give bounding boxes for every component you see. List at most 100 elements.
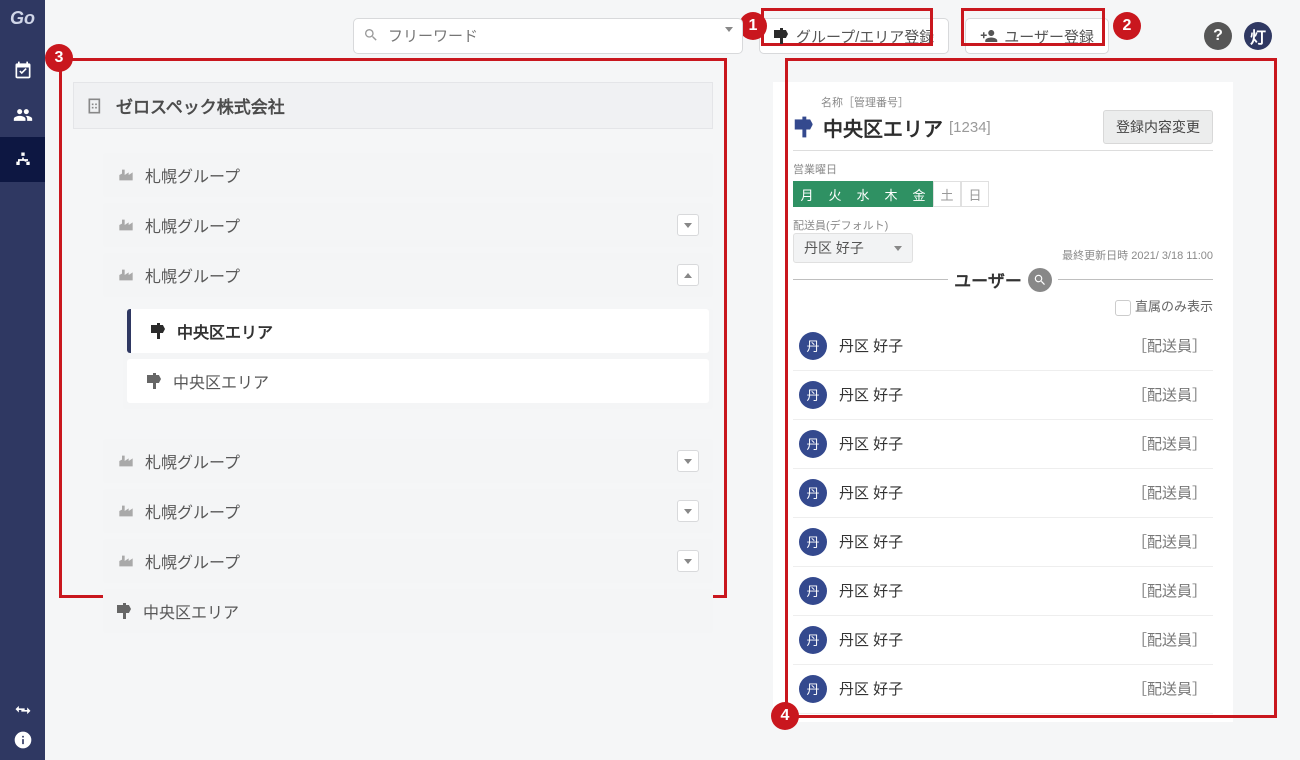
company-name: ゼロスペック株式会社 bbox=[116, 93, 285, 118]
user-name: 丹区 好子 bbox=[839, 678, 903, 699]
building-icon bbox=[86, 96, 106, 116]
day-toggle[interactable]: 水 bbox=[849, 181, 877, 207]
user-row[interactable]: 丹丹区 好子［配送員］ bbox=[793, 665, 1213, 714]
chevron-down-icon bbox=[684, 223, 692, 228]
user-register-button[interactable]: ユーザー登録 bbox=[965, 18, 1109, 54]
day-toggle[interactable]: 日 bbox=[961, 181, 989, 207]
default-deliverer-label: 配送員(デフォルト) bbox=[793, 217, 1213, 233]
user-search-button[interactable] bbox=[1028, 268, 1052, 292]
user-name: 丹区 好子 bbox=[839, 531, 903, 552]
area-label: 中央区エリア bbox=[177, 319, 273, 343]
user-row[interactable]: 丹丹区 好子 ［配送員］ bbox=[793, 371, 1213, 420]
freeword-search-input[interactable] bbox=[353, 18, 743, 54]
day-toggle[interactable]: 金 bbox=[905, 181, 933, 207]
lamp-button[interactable]: 灯 bbox=[1244, 22, 1272, 50]
edit-content-button[interactable]: 登録内容変更 bbox=[1103, 110, 1213, 144]
group-area-register-label: グループ/エリア登録 bbox=[796, 26, 934, 47]
area-title: 中央区エリア bbox=[823, 113, 943, 142]
expand-button[interactable] bbox=[677, 214, 699, 236]
user-list[interactable]: 丹丹区 好子［配送員］丹丹区 好子［配送員］丹丹区 好子［配送員］丹丹区 好子［… bbox=[793, 322, 1213, 722]
group-row[interactable]: 札幌グループ bbox=[103, 203, 713, 247]
user-role: ［配送員］ bbox=[1132, 482, 1207, 503]
group-label: 札幌グループ bbox=[145, 163, 240, 187]
nav-users[interactable] bbox=[0, 92, 45, 137]
nav-org-tree[interactable] bbox=[0, 137, 45, 182]
sitemap-icon bbox=[13, 150, 33, 170]
info-circle-icon bbox=[13, 730, 33, 750]
user-role: ［配送員］ bbox=[1132, 678, 1207, 699]
day-toggle[interactable]: 火 bbox=[821, 181, 849, 207]
area-row[interactable]: 中央区エリア bbox=[127, 309, 709, 353]
detail-panel: 名称［管理番号］ 中央区エリア [1234] 登録内容変更 営業曜日 月火水木金… bbox=[773, 82, 1233, 722]
user-row[interactable]: 丹丹区 好子［配送員］ bbox=[793, 616, 1213, 665]
last-updated: 最終更新日時 2021/ 3/18 11:00 bbox=[1062, 247, 1213, 263]
default-deliverer-value: 丹区 好子 bbox=[804, 238, 864, 258]
avatar: 丹 bbox=[799, 626, 827, 654]
user-role: ［配送員］ bbox=[1132, 433, 1207, 454]
chevron-down-icon bbox=[684, 509, 692, 514]
user-section-label: ユーザー bbox=[954, 267, 1022, 292]
day-toggle[interactable]: 月 bbox=[793, 181, 821, 207]
business-days: 月火水木金土日 bbox=[793, 181, 1213, 207]
user-row[interactable]: 丹丹区 好子［配送員］ bbox=[793, 714, 1213, 722]
factory-icon bbox=[117, 167, 135, 183]
user-name: 丹区 好子 bbox=[839, 335, 903, 356]
user-row[interactable]: 丹丹区 好子［配送員］ bbox=[793, 518, 1213, 567]
content: ゼロスペック株式会社 札幌グループ札幌グループ札幌グループ中央区エリア中央区エリ… bbox=[73, 82, 1272, 722]
chevron-up-icon bbox=[684, 273, 692, 278]
group-label: 札幌グループ bbox=[145, 499, 240, 523]
nav-transfer[interactable] bbox=[13, 700, 33, 720]
group-label: 札幌グループ bbox=[145, 449, 240, 473]
area-sublist: 中央区エリア中央区エリア bbox=[123, 309, 713, 409]
expand-button[interactable] bbox=[677, 550, 699, 572]
users-icon bbox=[13, 105, 33, 125]
user-role: ［配送員］ bbox=[1132, 580, 1207, 601]
user-role: ［配送員］ bbox=[1132, 335, 1207, 356]
dropdown-icon[interactable] bbox=[725, 32, 733, 50]
user-row[interactable]: 丹丹区 好子［配送員］ bbox=[793, 420, 1213, 469]
signpost-icon bbox=[795, 119, 816, 135]
user-name: 丹区 好子 bbox=[839, 384, 903, 405]
factory-icon bbox=[117, 503, 135, 519]
company-row[interactable]: ゼロスペック株式会社 bbox=[73, 82, 713, 129]
collapse-button[interactable] bbox=[677, 264, 699, 286]
user-row[interactable]: 丹丹区 好子［配送員］ bbox=[793, 469, 1213, 518]
group-row[interactable]: 札幌グループ bbox=[103, 489, 713, 533]
area-row[interactable]: 中央区エリア bbox=[127, 359, 709, 403]
header-right: ? 灯 bbox=[1204, 22, 1272, 50]
user-row[interactable]: 丹丹区 好子 ［配送員］ bbox=[793, 322, 1213, 371]
title-row: 中央区エリア [1234] 登録内容変更 bbox=[793, 110, 1213, 151]
sidebar: Go bbox=[0, 0, 45, 760]
group-row[interactable]: 札幌グループ bbox=[103, 153, 713, 197]
avatar: 丹 bbox=[799, 381, 827, 409]
group-label: 札幌グループ bbox=[145, 549, 240, 573]
group-area-register-button[interactable]: グループ/エリア登録 bbox=[759, 18, 949, 54]
area-row[interactable]: 中央区エリア bbox=[103, 589, 713, 633]
user-role: ［配送員］ bbox=[1132, 384, 1207, 405]
chevron-down-icon bbox=[684, 459, 692, 464]
expand-button[interactable] bbox=[677, 500, 699, 522]
area-label: 中央区エリア bbox=[173, 369, 269, 393]
help-button[interactable]: ? bbox=[1204, 22, 1232, 50]
factory-icon bbox=[117, 217, 135, 233]
group-row[interactable]: 札幌グループ bbox=[103, 439, 713, 483]
avatar: 丹 bbox=[799, 577, 827, 605]
avatar: 丹 bbox=[799, 332, 827, 360]
default-deliverer-select[interactable]: 丹区 好子 bbox=[793, 233, 913, 263]
direct-only-checkbox[interactable] bbox=[1115, 300, 1131, 316]
factory-icon bbox=[117, 553, 135, 569]
day-toggle[interactable]: 木 bbox=[877, 181, 905, 207]
signpost-icon bbox=[117, 605, 133, 617]
search-wrap bbox=[353, 18, 743, 54]
user-role: ［配送員］ bbox=[1132, 531, 1207, 552]
expand-button[interactable] bbox=[677, 450, 699, 472]
user-name: 丹区 好子 bbox=[839, 629, 903, 650]
group-label: 札幌グループ bbox=[145, 213, 240, 237]
group-row[interactable]: 札幌グループ bbox=[103, 539, 713, 583]
day-toggle[interactable]: 土 bbox=[933, 181, 961, 207]
group-row[interactable]: 札幌グループ bbox=[103, 253, 713, 297]
swap-arrows-icon bbox=[13, 700, 33, 720]
user-row[interactable]: 丹丹区 好子［配送員］ bbox=[793, 567, 1213, 616]
nav-info[interactable] bbox=[13, 730, 33, 750]
nav-calendar[interactable] bbox=[0, 47, 45, 92]
